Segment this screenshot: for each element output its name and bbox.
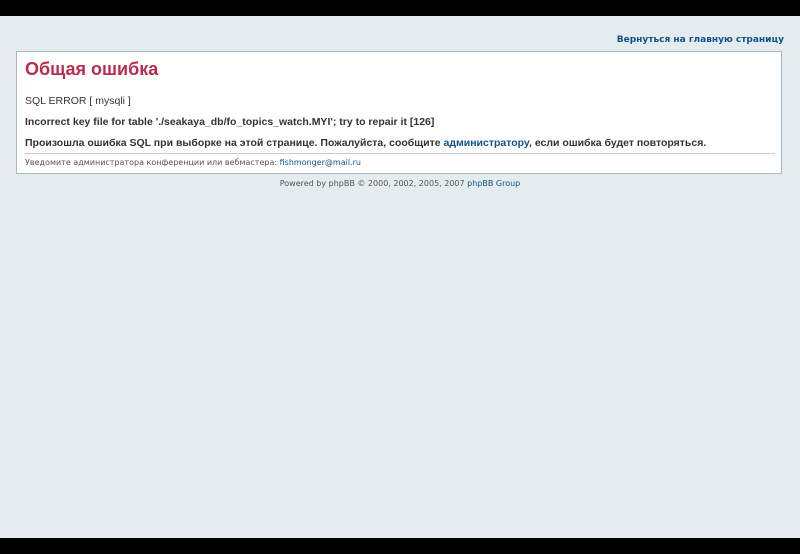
phpbb-group-link[interactable]: phpBB Group bbox=[467, 179, 520, 188]
administrator-link[interactable]: администратору bbox=[443, 137, 529, 149]
contact-text: Уведомите администратора конференции или… bbox=[25, 158, 280, 167]
error-notice-after: , если ошибка будет повторяться. bbox=[529, 137, 707, 149]
powered-by-text: Powered by phpBB © 2000, 2002, 2005, 200… bbox=[279, 179, 468, 188]
error-notice-before: Произошла ошибка SQL при выборке на этой… bbox=[25, 137, 444, 149]
contact-email-link[interactable]: fishmonger@mail.ru bbox=[280, 158, 361, 167]
return-home-link[interactable]: Вернуться на главную страницу bbox=[617, 35, 784, 45]
top-black-bar bbox=[0, 0, 800, 16]
error-panel: Общая ошибка SQL ERROR [ mysqli ] Incorr… bbox=[16, 51, 782, 174]
contact-notice: Уведомите администратора конференции или… bbox=[25, 158, 361, 167]
divider bbox=[25, 153, 775, 154]
bottom-black-bar bbox=[0, 538, 800, 554]
error-notice: Произошла ошибка SQL при выборке на этой… bbox=[25, 137, 706, 149]
error-title: Общая ошибка bbox=[25, 59, 159, 79]
footer-copyright: Powered by phpBB © 2000, 2002, 2005, 200… bbox=[0, 179, 800, 188]
sql-error-label: SQL ERROR [ mysqli ] bbox=[25, 95, 131, 107]
error-message: Incorrect key file for table './seakaya_… bbox=[25, 116, 435, 128]
